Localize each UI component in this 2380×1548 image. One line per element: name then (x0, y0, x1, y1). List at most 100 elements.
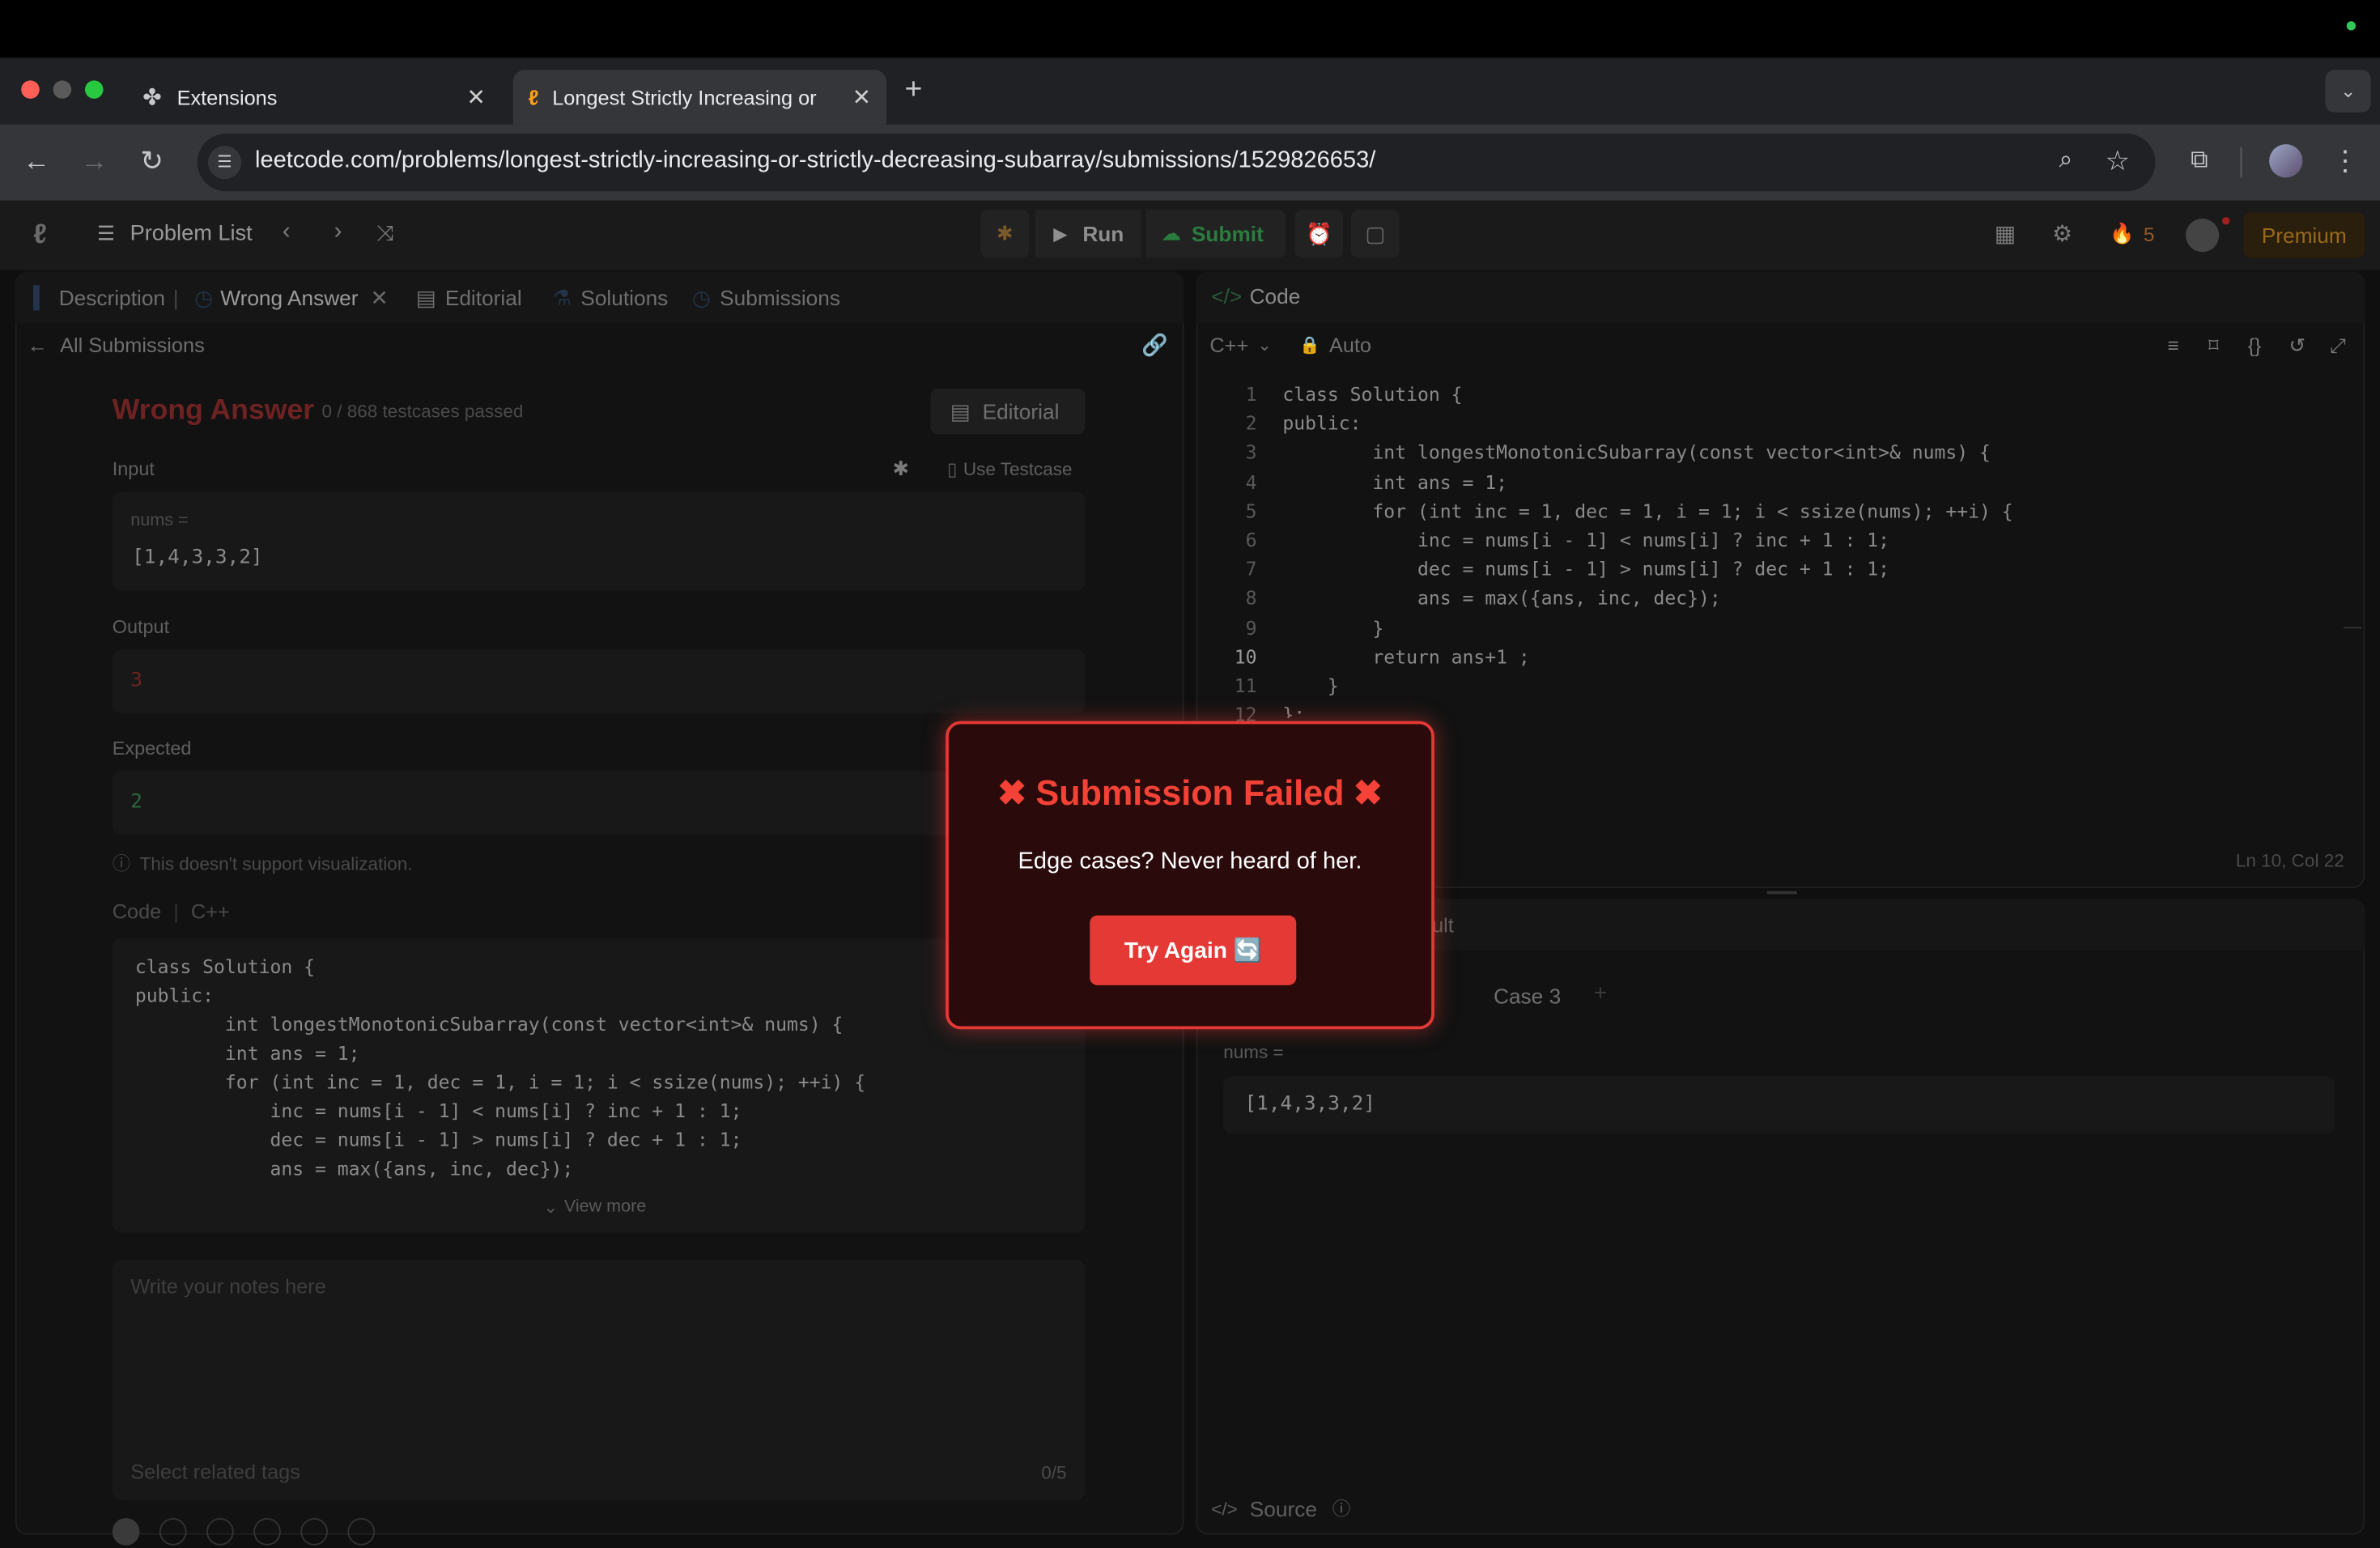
lock-icon: 🔒 (1299, 337, 1320, 355)
reload-icon[interactable]: ↻ (135, 146, 168, 176)
notes-icon[interactable]: ▢ (1350, 209, 1400, 258)
tab-title: Longest Strictly Increasing or (552, 85, 817, 109)
code-line: for (int inc = 1, dec = 1, i = 1; i < ss… (1282, 500, 2013, 522)
tab-wrong-answer[interactable]: ◷ Wrong Answer ✕ (194, 286, 389, 312)
cloud-upload-icon: ☁ (1161, 221, 1181, 245)
line-number: 6 (1245, 529, 1257, 551)
code-label: Code (112, 899, 162, 923)
tab-submissions[interactable]: ◷ Submissions (692, 286, 840, 312)
back-label: All Submissions (60, 334, 205, 357)
layout-icon[interactable]: ▦ (1995, 220, 2017, 248)
reset-icon[interactable]: ↺ (2289, 334, 2306, 359)
site-info-icon[interactable]: ☰ (207, 146, 242, 180)
user-avatar[interactable] (2186, 219, 2220, 253)
streak-badge[interactable]: 🔥 5 (2110, 222, 2154, 246)
code-line: class Solution { (1282, 384, 1463, 406)
close-tab-icon[interactable]: ✕ (371, 286, 389, 310)
tags-placeholder[interactable]: Select related tags (130, 1461, 300, 1483)
code-icon: </> (1211, 283, 1243, 308)
language-select[interactable]: C++ ⌄ (1209, 334, 1271, 357)
close-tab-icon[interactable]: ✕ (852, 83, 872, 111)
bookmark-star-icon[interactable]: ☆ (2101, 146, 2134, 176)
line-number: 3 (1245, 442, 1257, 464)
tab-editorial[interactable]: ▤ Editorial (416, 286, 522, 312)
next-problem-icon[interactable]: › (334, 219, 342, 246)
url-text[interactable]: leetcode.com/problems/longest-strictly-i… (255, 147, 1375, 175)
tab-search-icon[interactable]: ⌄ (2325, 70, 2371, 113)
tab-extensions[interactable]: ✤ Extensions ✕ (128, 70, 501, 125)
shuffle-icon[interactable]: ⤨ (376, 220, 393, 246)
leetcode-logo[interactable]: ℓ (33, 219, 47, 250)
line-number: 9 (1245, 617, 1257, 639)
line-number: 5 (1245, 500, 1257, 522)
expected-label: Expected (112, 738, 192, 759)
chevrons-down-icon: ⌄ (543, 1199, 559, 1218)
book-icon: ▤ (950, 398, 971, 423)
code-tab-label: Code (1249, 283, 1301, 308)
add-case-icon[interactable]: + (1594, 980, 1607, 1006)
braces-icon[interactable]: {} (2248, 334, 2261, 357)
close-window-button[interactable] (21, 80, 40, 99)
help-icon: ⓘ (1332, 1498, 1351, 1520)
prev-problem-icon[interactable]: ‹ (283, 219, 291, 246)
tab-leetcode[interactable]: ℓ Longest Strictly Increasing or ✕ (512, 70, 886, 125)
divider: | (173, 899, 179, 923)
maximize-window-button[interactable] (85, 80, 104, 99)
editorial-button[interactable]: ▤ Editorial (930, 389, 1086, 435)
color-swatch[interactable] (300, 1518, 328, 1546)
code-tab[interactable]: </> Code (1211, 284, 1300, 308)
run-button[interactable]: ▶ Run (1035, 209, 1141, 258)
modal-message: Edge cases? Never heard of her. (1018, 848, 1362, 874)
premium-button[interactable]: Premium (2243, 212, 2365, 258)
forward-icon[interactable]: → (78, 146, 111, 176)
notes-placeholder[interactable]: Write your notes here (130, 1275, 326, 1298)
fullscreen-icon[interactable]: ⤢ (2330, 334, 2346, 359)
history-icon: ◷ (194, 285, 213, 310)
divider (2240, 147, 2242, 178)
color-swatch[interactable] (253, 1518, 281, 1546)
format-icon[interactable]: ≡ (2168, 334, 2179, 357)
line-number: 1 (1245, 384, 1257, 406)
case-3-tab[interactable]: Case 3 (1494, 984, 1561, 1008)
extensions-icon[interactable]: ⧉ (2182, 146, 2216, 176)
resize-handle[interactable] (1766, 891, 1797, 895)
testcase-input[interactable] (1223, 1076, 2335, 1134)
minimize-window-button[interactable] (53, 80, 72, 99)
profile-avatar[interactable] (2269, 144, 2303, 178)
auto-mode[interactable]: 🔒 Auto (1299, 334, 1371, 357)
line-number: 8 (1245, 588, 1257, 610)
code-line: } (1282, 675, 1339, 697)
color-swatch[interactable] (159, 1518, 187, 1546)
code-line: for (int inc = 1, dec = 1, i = 1; i < ss… (134, 1071, 866, 1093)
settings-gear-icon[interactable]: ⚙ (2052, 220, 2072, 248)
debug-icon[interactable]: ✱ (893, 457, 909, 481)
tab-solutions[interactable]: ⚗ Solutions (553, 286, 669, 312)
code-line: int longestMonotonicSubarray(const vecto… (1282, 442, 1991, 464)
flask-icon: ⚗ (552, 285, 572, 310)
all-submissions-link[interactable]: ← All Submissions (28, 334, 205, 357)
bookmark-icon[interactable]: ⌑ (2208, 334, 2219, 359)
zoom-icon[interactable]: ⌕ (2049, 146, 2082, 176)
code-line: public: (1282, 413, 1362, 435)
source-link[interactable]: </> Source ⓘ (1211, 1495, 1350, 1521)
debug-icon[interactable]: ✱ (980, 209, 1030, 258)
color-swatch[interactable] (347, 1518, 376, 1546)
tab-description[interactable]: ▍ Description (33, 286, 165, 312)
tab-label: Description (58, 285, 166, 310)
menu-icon[interactable]: ⋮ (2328, 146, 2361, 176)
code-editor[interactable]: class Solution { public: int longestMono… (1282, 381, 2345, 718)
submit-button[interactable]: ☁ Submit (1145, 209, 1286, 258)
problem-list-button[interactable]: ☰ Problem List (97, 222, 253, 246)
back-icon[interactable]: ← (19, 146, 53, 176)
color-swatch[interactable] (206, 1518, 234, 1546)
new-tab-icon[interactable]: + (905, 73, 923, 108)
try-again-button[interactable]: Try Again 🔄 (1090, 915, 1297, 985)
use-testcase-button[interactable]: ▯ Use Testcase (947, 458, 1073, 479)
close-tab-icon[interactable]: ✕ (466, 83, 486, 111)
color-swatch[interactable] (112, 1518, 140, 1546)
chevron-down-icon: ⌄ (1257, 337, 1272, 355)
use-testcase-label: Use Testcase (963, 458, 1073, 480)
timer-icon[interactable]: ⏰ (1294, 209, 1344, 258)
view-more-button[interactable]: ⌄ View more (543, 1197, 646, 1218)
link-icon[interactable]: 🔗 (1141, 333, 1168, 359)
